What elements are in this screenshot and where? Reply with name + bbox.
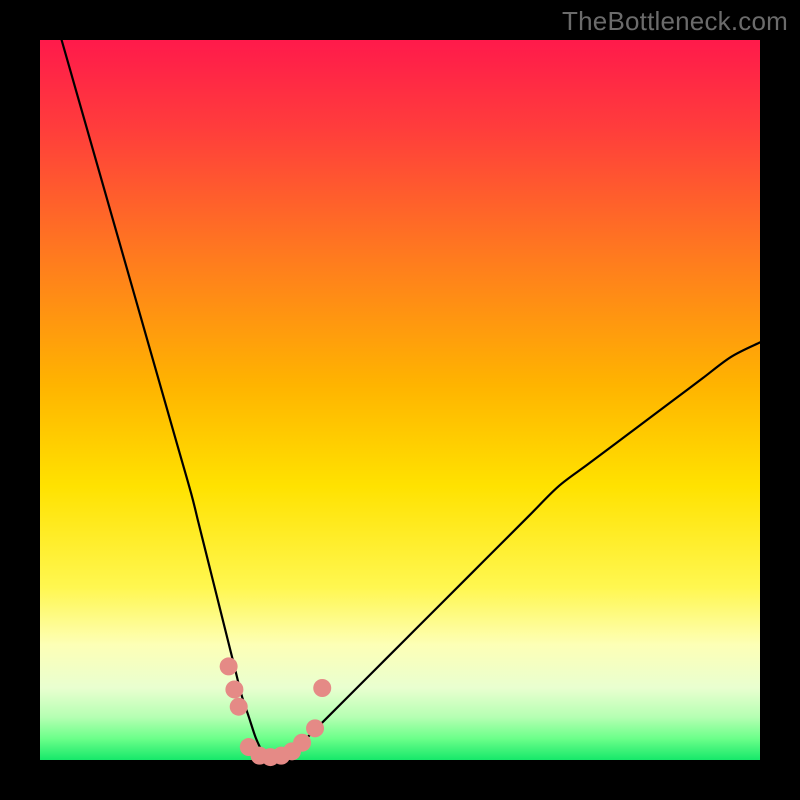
marker-dot	[293, 734, 311, 752]
chart-frame: TheBottleneck.com	[0, 0, 800, 800]
marker-dot	[306, 719, 324, 737]
watermark-text: TheBottleneck.com	[562, 6, 788, 37]
marker-dot	[313, 679, 331, 697]
marker-dot	[225, 680, 243, 698]
marker-dot	[220, 657, 238, 675]
marker-dot	[230, 698, 248, 716]
chart-svg	[40, 40, 760, 760]
bottleneck-curve	[62, 40, 760, 761]
